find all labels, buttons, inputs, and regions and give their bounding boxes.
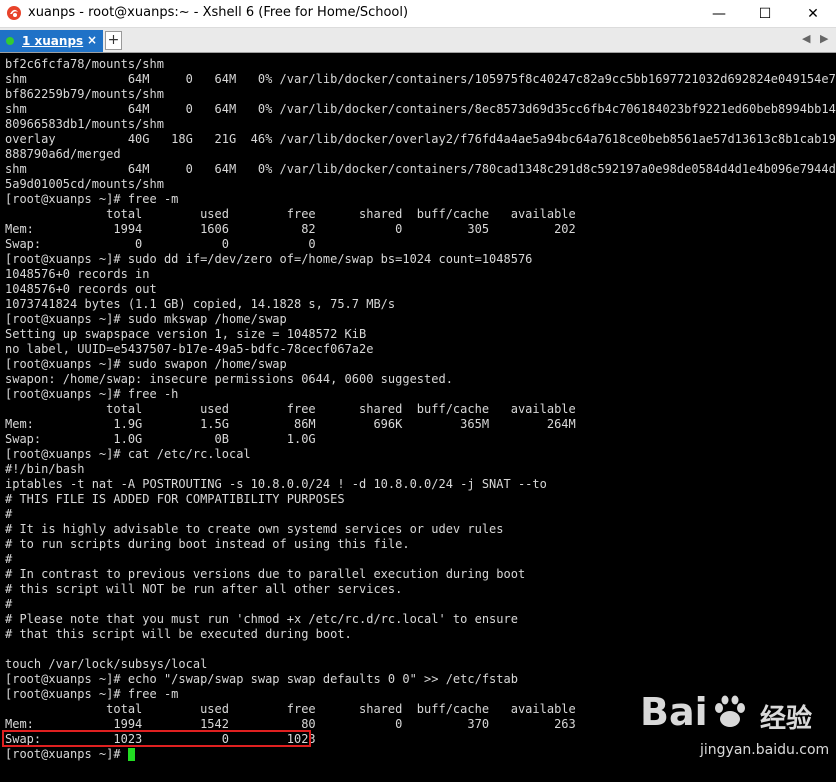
terminal-line: 888790a6d/merged — [5, 147, 121, 161]
minimize-icon: — — [712, 5, 726, 22]
terminal-output[interactable]: bf2c6fcfa78/mounts/shm shm 64M 0 64M 0% /… — [0, 55, 836, 782]
terminal-line: 80966583db1/mounts/shm — [5, 117, 164, 131]
terminal-line: iptables -t nat -A POSTROUTING -s 10.8.0… — [5, 477, 547, 491]
terminal-line: # to run scripts during boot instead of … — [5, 537, 410, 551]
tab-close-icon[interactable]: × — [87, 33, 97, 47]
terminal-line: total used free shared buff/cache availa… — [5, 702, 576, 716]
terminal-line: Mem: 1994 1606 82 0 305 202 — [5, 222, 576, 236]
terminal-line: shm 64M 0 64M 0% /var/lib/docker/contain… — [5, 72, 836, 86]
terminal-line: swapon: /home/swap: insecure permissions… — [5, 372, 453, 386]
terminal-line: total used free shared buff/cache availa… — [5, 207, 576, 221]
tab-scroll-right-icon[interactable]: ▶ — [820, 32, 828, 45]
terminal-line: bf862259b79/mounts/shm — [5, 87, 164, 101]
terminal-line: # It is highly advisable to create own s… — [5, 522, 504, 536]
connected-status-icon — [6, 37, 14, 45]
swap-row-highlight — [2, 730, 311, 747]
terminal-line: [root@xuanps ~]# free -m — [5, 192, 179, 206]
terminal-line: 1048576+0 records out — [5, 282, 157, 296]
terminal-line: [root@xuanps ~]# cat /etc/rc.local — [5, 447, 251, 461]
terminal-line: # — [5, 507, 13, 521]
terminal-line: [root@xuanps ~]# sudo swapon /home/swap — [5, 357, 287, 371]
terminal-line: [root@xuanps ~]# free -m — [5, 687, 179, 701]
terminal-line: Mem: 1.9G 1.5G 86M 696K 365M 264M — [5, 417, 576, 431]
close-icon: ✕ — [807, 5, 819, 22]
terminal-line: 5a9d01005cd/mounts/shm — [5, 177, 164, 191]
terminal-line: Swap: 0 0 0 — [5, 237, 316, 251]
terminal-line: no label, UUID=e5437507-b17e-49a5-bdfc-7… — [5, 342, 374, 356]
terminal-line: overlay 40G 18G 21G 46% /var/lib/docker/… — [5, 132, 836, 146]
terminal-line: 1073741824 bytes (1.1 GB) copied, 14.182… — [5, 297, 396, 311]
terminal-line: # Please note that you must run 'chmod +… — [5, 612, 518, 626]
maximize-button[interactable]: ☐ — [742, 0, 788, 27]
terminal-line: shm 64M 0 64M 0% /var/lib/docker/contain… — [5, 162, 836, 176]
terminal-line: # In contrast to previous versions due t… — [5, 567, 526, 581]
close-window-button[interactable]: ✕ — [790, 0, 836, 27]
tab-scroll-left-icon[interactable]: ◀ — [802, 32, 810, 45]
terminal-line: # that this script will be executed duri… — [5, 627, 352, 641]
terminal-line: [root@xuanps ~]# sudo dd if=/dev/zero of… — [5, 252, 533, 266]
terminal-line: bf2c6fcfa78/mounts/shm — [5, 57, 164, 71]
terminal-line: # — [5, 552, 13, 566]
terminal-line: Setting up swapspace version 1, size = 1… — [5, 327, 367, 341]
terminal-line: # — [5, 597, 13, 611]
baidu-paw-icon — [715, 695, 745, 727]
window-titlebar[interactable]: xuanps - root@xuanps:~ - Xshell 6 (Free … — [0, 0, 836, 28]
terminal-line: # this script will NOT be run after all … — [5, 582, 403, 596]
terminal-line: total used free shared buff/cache availa… — [5, 402, 576, 416]
tab-xuanps[interactable]: 1 xuanps × — [0, 30, 103, 52]
baidu-jingyan-watermark: Bai 经验 jingyan.baidu.com — [640, 690, 830, 770]
minimize-button[interactable]: — — [696, 0, 742, 27]
watermark-jingyan-text: 经验 — [760, 704, 813, 734]
terminal-line: # THIS FILE IS ADDED FOR COMPATIBILITY P… — [5, 492, 345, 506]
session-tab-bar: 1 xuanps × + ◀ ▶ — [0, 28, 836, 53]
terminal-line: 1048576+0 records in — [5, 267, 150, 281]
terminal-cursor — [127, 748, 135, 761]
terminal-line: [root@xuanps ~]# sudo mkswap /home/swap — [5, 312, 287, 326]
watermark-url: jingyan.baidu.com — [700, 742, 830, 758]
terminal-line: #!/bin/bash — [5, 462, 85, 476]
new-tab-button[interactable]: + — [105, 31, 122, 50]
maximize-icon: ☐ — [758, 5, 772, 22]
terminal-line: [root@xuanps ~]# — [5, 747, 128, 761]
terminal-line: [root@xuanps ~]# free -h — [5, 387, 179, 401]
terminal-line: shm 64M 0 64M 0% /var/lib/docker/contain… — [5, 102, 836, 116]
watermark-logo-text: Bai — [640, 690, 708, 734]
terminal-line: touch /var/lock/subsys/local — [5, 657, 208, 671]
terminal-line: [root@xuanps ~]# echo "/swap/swap swap s… — [5, 672, 518, 686]
xshell-swirl-icon — [7, 6, 21, 20]
window-title: xuanps - root@xuanps:~ - Xshell 6 (Free … — [28, 5, 409, 20]
tab-label: 1 xuanps — [22, 34, 84, 48]
terminal-line: Swap: 1.0G 0B 1.0G — [5, 432, 316, 446]
